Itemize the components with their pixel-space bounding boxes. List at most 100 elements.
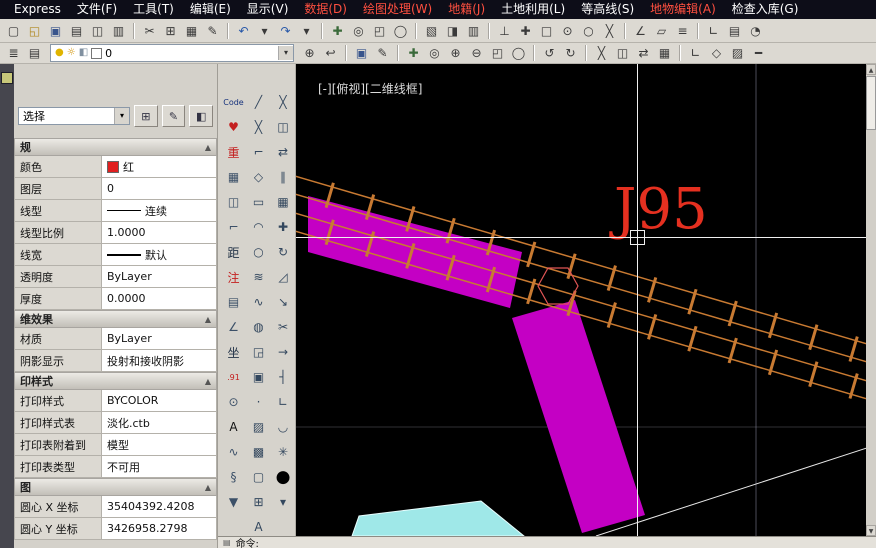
menu-contour[interactable]: 等高线(S) [573, 0, 642, 19]
point-tool-button[interactable]: · [247, 390, 270, 414]
scale-point91-button[interactable]: .91 [222, 365, 245, 389]
redo-icon[interactable]: ↷ [275, 22, 296, 40]
design-center-icon[interactable]: ◨ [442, 22, 463, 40]
redo-list-arrow[interactable]: ▾ [296, 22, 317, 40]
measure-distance-icon[interactable]: ∠ [624, 22, 651, 40]
mirror-quick-icon[interactable]: ⇄ [633, 44, 654, 62]
target-tool-button[interactable]: ⊙ [222, 390, 245, 414]
save-quick-icon[interactable]: ▣ [345, 44, 372, 62]
command-line-bar[interactable]: ▤ 命令: [218, 536, 876, 548]
zoom-realtime2-icon[interactable]: ◎ [424, 44, 445, 62]
scrollbar-track[interactable] [866, 131, 876, 525]
ucs-icon[interactable]: ∟ [697, 22, 724, 40]
ortho-icon[interactable]: ∟ [679, 44, 706, 62]
command-prompt[interactable]: 命令: [236, 535, 259, 548]
polygon-tool-button[interactable]: ◇ [247, 165, 270, 189]
text-style-button[interactable]: A [222, 415, 245, 439]
construction-line-tool-button[interactable]: ╳ [247, 115, 270, 139]
menu-view[interactable]: 显示(V) [239, 0, 297, 19]
pan-window-button[interactable]: ◫ [222, 190, 245, 214]
model-space-viewport[interactable]: [-][俯视][二维线框] J95 [296, 64, 866, 536]
section-header-plot-style[interactable]: 印样式 ▲ [14, 372, 217, 390]
snap-endpoint-icon[interactable]: □ [536, 22, 557, 40]
hatch-quick-icon[interactable]: ▨ [727, 44, 748, 62]
section-header-general[interactable]: 规 ▲ [14, 138, 217, 156]
insert-block-tool-button[interactable]: ◲ [247, 340, 270, 364]
named-views-icon[interactable]: ▤ [724, 22, 745, 40]
rotate-tool-button[interactable]: ↻ [272, 240, 295, 264]
make-object-layer-current-icon[interactable]: ⊕ [299, 44, 320, 62]
hatch-tool-button[interactable]: ▨ [247, 415, 270, 439]
collapse-icon[interactable]: ▲ [205, 315, 211, 324]
zoom-window-icon[interactable]: ◰ [369, 22, 390, 40]
menu-draw-process[interactable]: 绘图处理(W) [355, 0, 440, 19]
erase-quick-icon[interactable]: ╳ [585, 44, 612, 62]
make-block-tool-button[interactable]: ▣ [247, 365, 270, 389]
down-arrow-button[interactable]: ▼ [222, 490, 245, 514]
parcel-label-J95[interactable]: J95 [609, 177, 708, 242]
corner-tool-button[interactable]: ⌐ [222, 215, 245, 239]
selection-type-dropdown[interactable]: 选择 ▾ [18, 107, 130, 125]
copy-tool-button[interactable]: ◫ [272, 115, 295, 139]
properties-palette-icon[interactable]: ▧ [415, 22, 442, 40]
ruler-tool-button[interactable]: ▤ [222, 290, 245, 314]
grid-display-button[interactable]: ▦ [222, 165, 245, 189]
toggle-pickadd-button[interactable]: ⊞ [134, 105, 158, 127]
multiline-text-tool-button[interactable]: A [247, 515, 270, 536]
coordinate-tool-button[interactable]: 坐 [222, 340, 245, 364]
zoom-realtime-icon[interactable]: ◎ [348, 22, 369, 40]
viewport-controls[interactable]: [-][俯视][二维线框] [318, 80, 422, 97]
section-header-view[interactable]: 图 ▲ [14, 478, 217, 496]
mirror-tool-button[interactable]: ⇄ [272, 140, 295, 164]
match-properties-icon[interactable]: ✎ [202, 22, 223, 40]
offset-tool-button[interactable]: ∥ [272, 165, 295, 189]
menu-land-use[interactable]: 土地利用(L) [493, 0, 573, 19]
undo-icon[interactable]: ↶ [227, 22, 254, 40]
trim-tool-button[interactable]: ✂ [272, 315, 295, 339]
expand-toolbar-button[interactable]: ▾ [272, 490, 295, 514]
array-quick-icon[interactable]: ▦ [654, 44, 675, 62]
plot-icon[interactable]: ▤ [66, 22, 87, 40]
list-icon[interactable]: ≡ [672, 22, 693, 40]
cut-icon[interactable]: ✂ [133, 22, 160, 40]
snap-intersection-icon[interactable]: ╳ [599, 22, 620, 40]
line-tool-button[interactable]: ╱ [247, 90, 270, 114]
region-tool-button[interactable]: ▢ [247, 465, 270, 489]
menu-file[interactable]: 文件(F) [69, 0, 125, 19]
lineweight-display-icon[interactable]: ━ [748, 44, 769, 62]
zoom-extents-icon[interactable]: ◯ [508, 44, 529, 62]
quick-select-button[interactable]: ◧ [189, 105, 214, 127]
circle-tool-button[interactable]: ○ [247, 240, 270, 264]
stretch-tool-button[interactable]: ↘ [272, 290, 295, 314]
osnap-toggle-icon[interactable]: ◇ [706, 44, 727, 62]
copy-clip-icon[interactable]: ⊞ [160, 22, 181, 40]
menu-feature-edit[interactable]: 地物编辑(A) [642, 0, 724, 19]
distance-tool-button[interactable]: 距 [222, 240, 245, 264]
menu-cadastre[interactable]: 地籍(J) [440, 0, 493, 19]
save-file-icon[interactable]: ▣ [45, 22, 66, 40]
snap-from-icon[interactable]: ✚ [515, 22, 536, 40]
pan-hand-icon[interactable]: ✚ [397, 44, 424, 62]
menu-tools[interactable]: 工具(T) [125, 0, 182, 19]
undo-list-arrow[interactable]: ▾ [254, 22, 275, 40]
zoom-previous-icon[interactable]: ◯ [390, 22, 411, 40]
section-header-3d-effects[interactable]: 维效果 ▲ [14, 310, 217, 328]
explode-tool-button[interactable]: ✳ [272, 440, 295, 464]
copy-quick-icon[interactable]: ◫ [612, 44, 633, 62]
zoom-in-icon[interactable]: ⊕ [445, 44, 466, 62]
collapse-icon[interactable]: ▲ [205, 143, 211, 152]
rectangle-tool-button[interactable]: ▭ [247, 190, 270, 214]
publish-icon[interactable]: ▥ [108, 22, 129, 40]
arc-tool-button[interactable]: ◠ [247, 215, 270, 239]
regen-icon[interactable]: ↻ [560, 44, 581, 62]
snap-tracking-icon[interactable]: ⊥ [488, 22, 515, 40]
select-objects-button[interactable]: ✎ [161, 105, 186, 127]
collapse-icon[interactable]: ▲ [205, 483, 211, 492]
scroll-up-icon[interactable]: ▲ [866, 64, 876, 75]
redraw-cass-button[interactable]: 重 [222, 140, 245, 164]
revision-cloud-tool-button[interactable]: ≋ [247, 265, 270, 289]
chevron-down-icon[interactable]: ▾ [114, 108, 129, 124]
move-tool-button[interactable]: ✚ [272, 215, 295, 239]
favorite-tool-button[interactable]: ♥ [222, 115, 245, 139]
menu-check-storage[interactable]: 检查入库(G) [724, 0, 807, 19]
